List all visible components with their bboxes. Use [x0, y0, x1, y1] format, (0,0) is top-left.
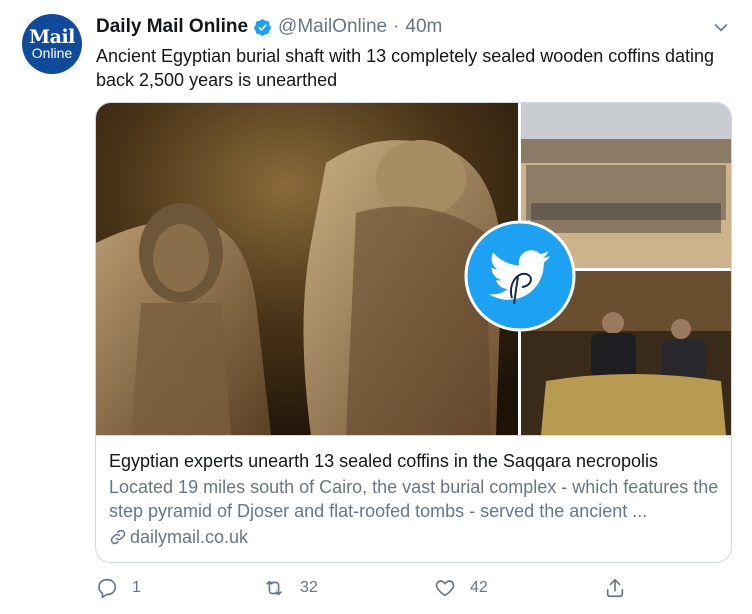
card-media[interactable] [96, 103, 731, 435]
avatar-logo-line1: Mail [29, 25, 75, 48]
share-icon [606, 578, 624, 598]
tweet-text: Ancient Egyptian burial shaft with 13 co… [96, 46, 715, 90]
like-icon [435, 580, 455, 597]
card-description: Located 19 miles south of Cairo, the vas… [109, 477, 719, 521]
author-handle[interactable]: @MailOnline [278, 16, 387, 38]
like-count: 42 [470, 579, 488, 596]
card-domain-text: dailymail.co.uk [130, 527, 249, 547]
avatar[interactable]: Mail Online [22, 14, 82, 74]
verified-badge-icon [253, 18, 272, 37]
retweet-count: 32 [300, 579, 318, 596]
twitter-bird-icon [464, 220, 576, 332]
tweet[interactable]: Mail Online Daily Mail Online @MailOnlin… [0, 0, 752, 614]
reply-button[interactable]: 1 [96, 574, 141, 602]
tweet-timestamp[interactable]: 40m [405, 16, 442, 38]
reply-icon [98, 578, 117, 599]
retweet-icon [266, 580, 282, 596]
retweet-button[interactable]: 32 [262, 574, 318, 602]
tweet-header: Daily Mail Online @MailOnline · 40m [96, 16, 442, 38]
card-title: Egyptian experts unearth 13 sealed coffi… [109, 451, 659, 471]
link-icon [110, 529, 126, 545]
reply-count: 1 [132, 579, 141, 596]
card-body[interactable]: Egyptian experts unearth 13 sealed coffi… [96, 435, 731, 562]
link-card[interactable]: Egyptian experts unearth 13 sealed coffi… [95, 102, 732, 563]
sarcophagus-photo [96, 103, 518, 435]
separator-dot: · [393, 16, 400, 37]
share-button[interactable] [604, 574, 640, 602]
author-name[interactable]: Daily Mail Online [96, 16, 248, 38]
avatar-logo-line2: Online [31, 44, 73, 61]
like-button[interactable]: 42 [434, 574, 488, 602]
tweet-actions: 1 32 42 [96, 574, 736, 602]
card-domain: dailymail.co.uk [109, 525, 731, 549]
chevron-down-icon[interactable] [708, 14, 734, 40]
